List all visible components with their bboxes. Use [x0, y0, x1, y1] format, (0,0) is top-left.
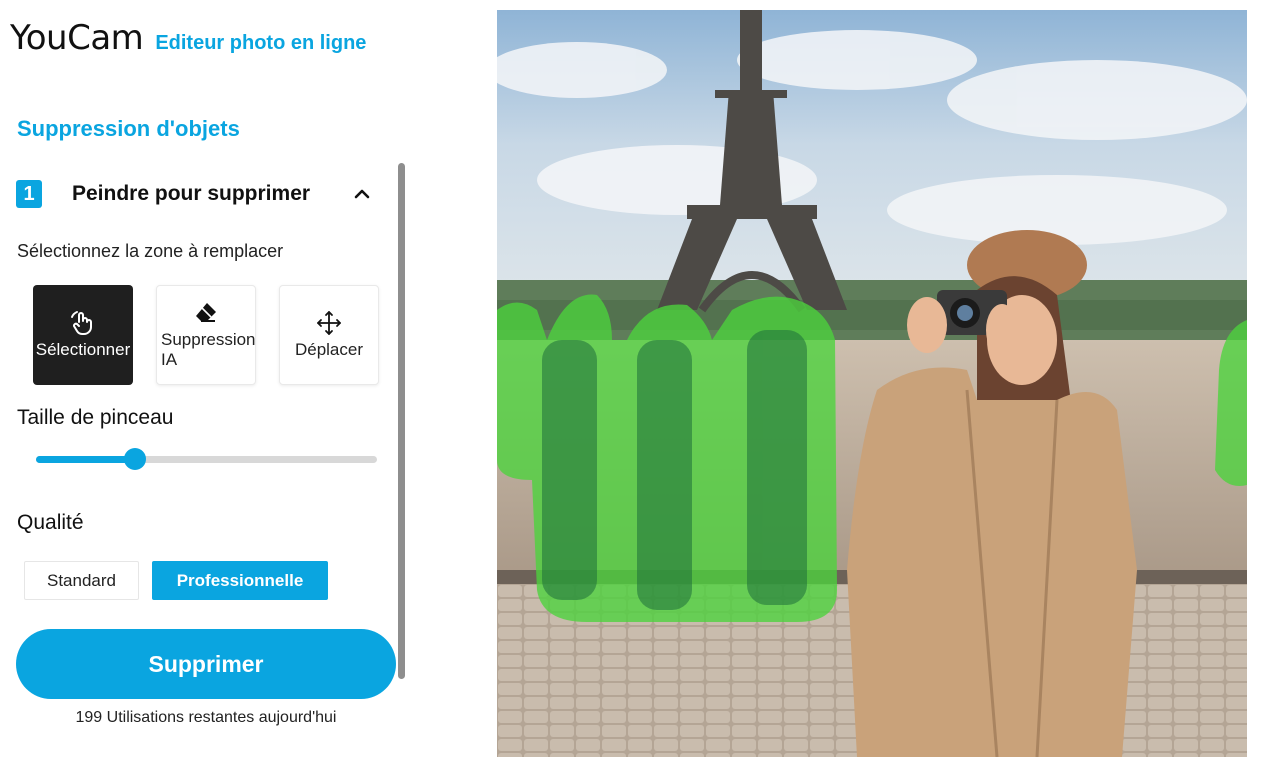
panel-scrollbar[interactable] — [398, 163, 405, 679]
tool-ai-erase-label: Suppression IA — [161, 330, 256, 369]
tool-move-button[interactable]: Déplacer — [279, 285, 379, 385]
app-logo: YouCam Editeur photo en ligne — [10, 18, 366, 58]
slider-fill — [36, 456, 135, 463]
delete-button[interactable]: Supprimer — [16, 629, 396, 699]
brush-size-slider[interactable] — [36, 448, 377, 470]
panel-title: Suppression d'objets — [17, 116, 240, 141]
tool-select-label: Sélectionner — [35, 340, 131, 359]
tool-ai-erase-button[interactable]: Suppression IA — [156, 285, 256, 385]
step-number-badge: 1 — [16, 180, 42, 208]
quality-professional-button[interactable]: Professionnelle — [152, 561, 328, 600]
quality-label: Qualité — [17, 511, 84, 534]
chevron-up-icon[interactable] — [350, 182, 374, 206]
app-tagline: Editeur photo en ligne — [155, 32, 367, 54]
brush-size-label: Taille de pinceau — [17, 406, 174, 429]
slider-knob[interactable] — [123, 448, 146, 470]
edited-photo[interactable] — [497, 10, 1247, 757]
quality-standard-button[interactable]: Standard — [24, 561, 139, 600]
tool-select-button[interactable]: Sélectionner — [33, 285, 133, 385]
photo-canvas[interactable] — [497, 10, 1247, 757]
eraser-icon — [196, 303, 216, 322]
hand-select-icon — [71, 311, 92, 335]
step-header[interactable]: 1 Peindre pour supprimer — [16, 176, 382, 212]
tool-move-label: Déplacer — [294, 340, 364, 359]
usage-remaining-text: 199 Utilisations restantes aujourd'hui — [75, 709, 337, 726]
brand-name: YouCam — [10, 18, 144, 58]
step-label: Peindre pour supprimer — [72, 182, 311, 205]
selection-hint: Sélectionnez la zone à remplacer — [17, 241, 284, 261]
move-arrows-icon — [317, 311, 341, 335]
